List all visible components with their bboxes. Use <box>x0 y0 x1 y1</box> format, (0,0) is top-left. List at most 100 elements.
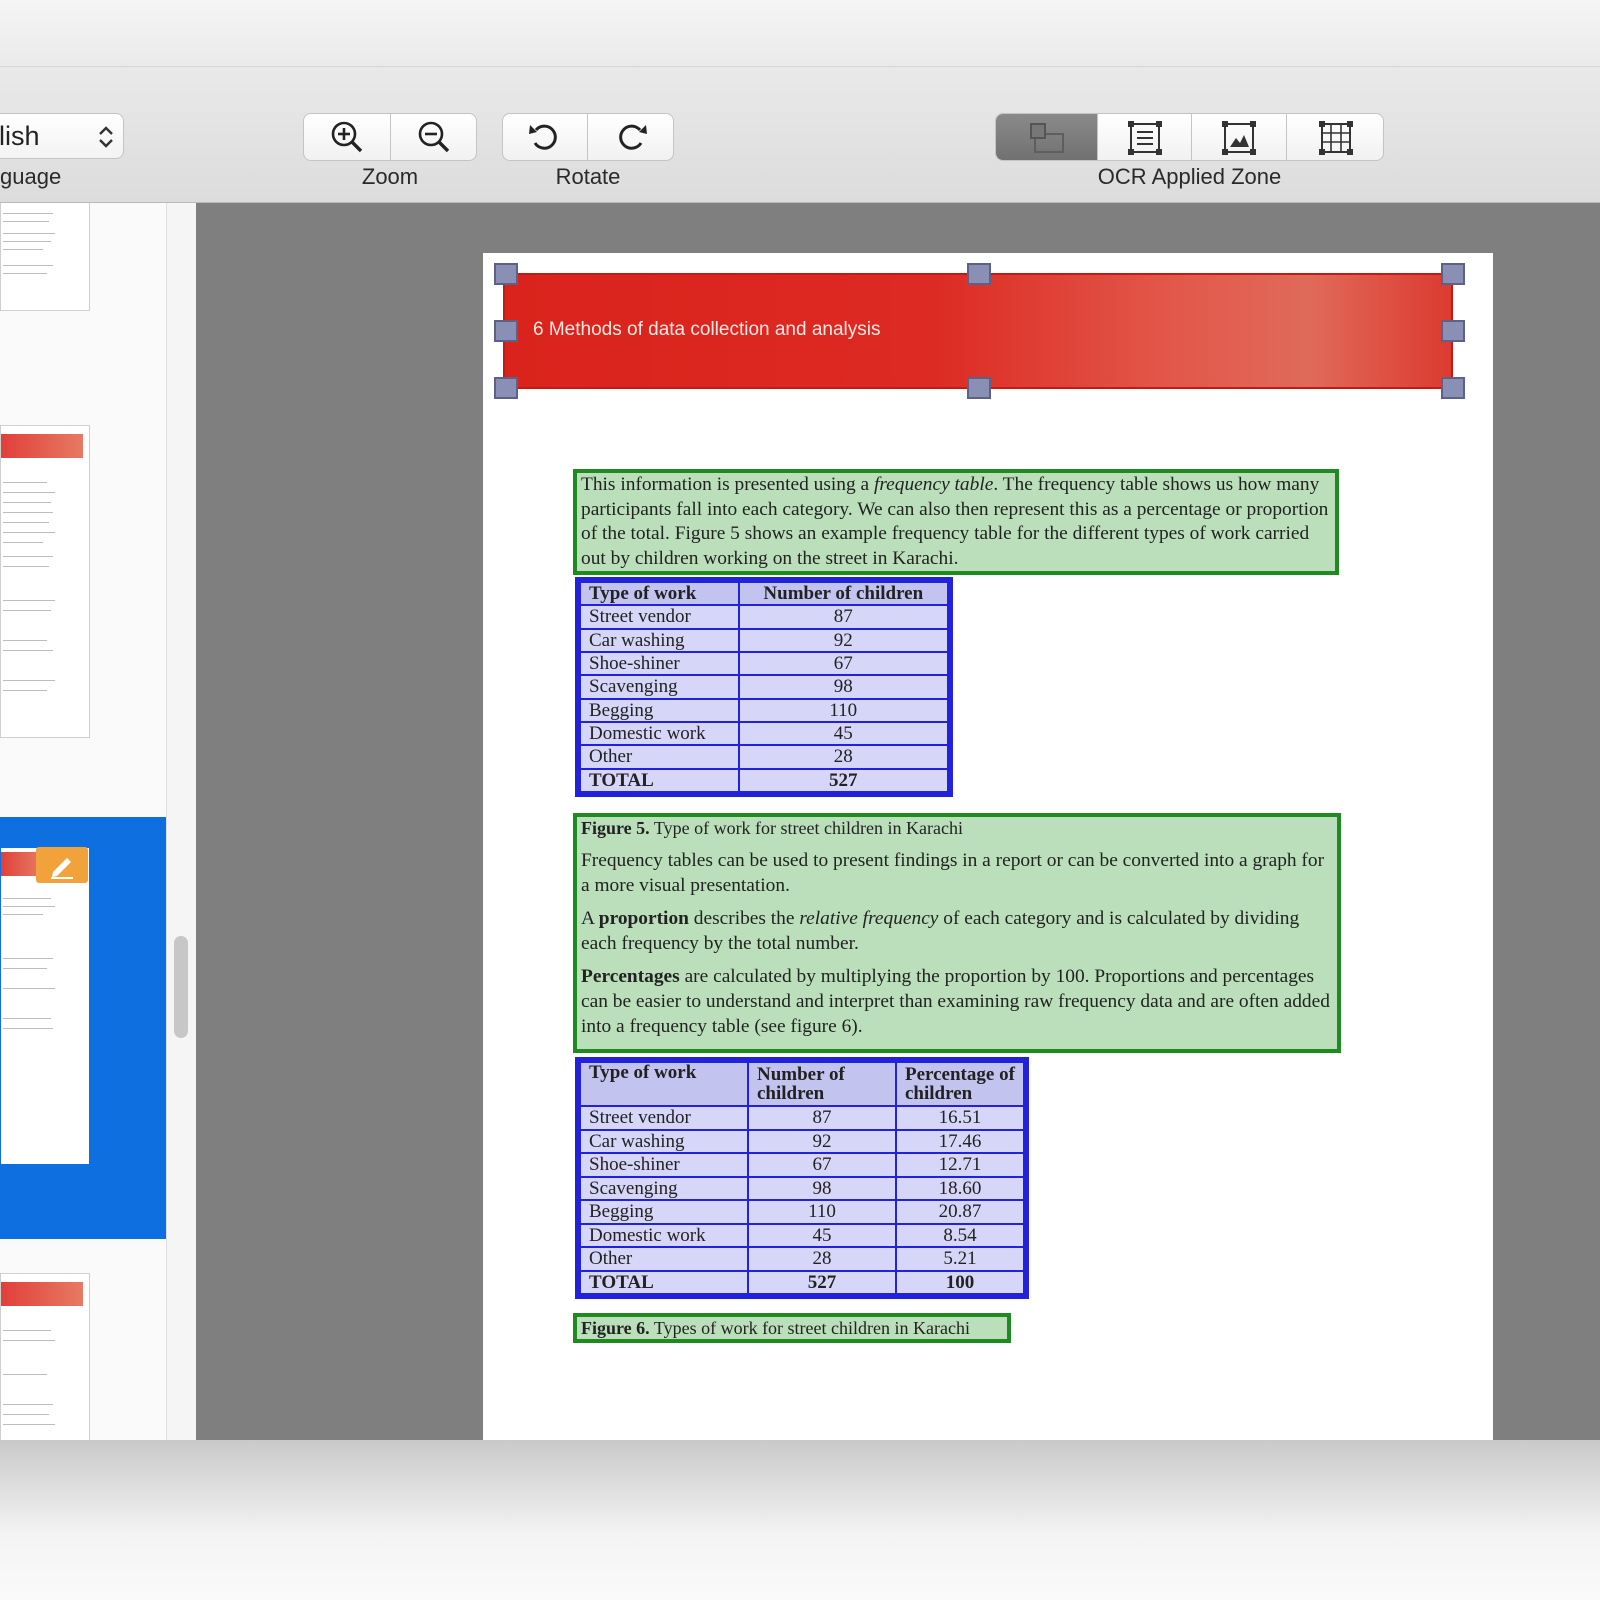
table-cell: 45 <box>747 1222 897 1248</box>
text-zone-icon <box>1127 121 1162 155</box>
ocr-zone-label: OCR Applied Zone <box>1097 164 1282 189</box>
text-run: describes the <box>688 908 800 930</box>
page-thumbnail-selected[interactable] <box>0 847 90 1165</box>
table-row: Car washing 92 <box>579 627 950 653</box>
text-run: proportion <box>598 908 689 930</box>
updown-chevron-icon <box>99 126 113 148</box>
table-cell: Begging <box>579 697 740 723</box>
table-cell: Domestic work <box>579 1222 749 1248</box>
table-row: Begging 110 <box>579 697 950 723</box>
text-zone[interactable]: Figure 5. Type of work for street childr… <box>573 813 1341 1053</box>
scrollbar-thumb[interactable] <box>174 936 188 1038</box>
figure-6-caption: Figure 6. Types of work for street child… <box>581 1317 1003 1339</box>
table-row: Other 28 <box>579 744 950 770</box>
table-cell: 98 <box>737 674 950 700</box>
table-cell: 16.51 <box>895 1105 1025 1131</box>
page-thumbnail[interactable] <box>0 1273 90 1440</box>
header-title: 6 Methods of data collection and analysi… <box>533 319 881 340</box>
table-cell: 28 <box>737 744 950 770</box>
sidebar-scrollbar[interactable] <box>167 203 196 1440</box>
table-cell: Shoe-shiner <box>579 650 740 677</box>
image-zone-button[interactable] <box>1191 114 1286 160</box>
resize-handle-w[interactable] <box>494 320 518 342</box>
text-run: are calculated by multiplying the propor… <box>581 966 1330 1037</box>
resize-handle-e[interactable] <box>1441 320 1465 342</box>
zoom-out-button[interactable] <box>390 113 477 161</box>
table-cell: 87 <box>747 1105 897 1131</box>
table-cell: Begging <box>579 1199 749 1225</box>
table-cell: Car washing <box>579 627 740 653</box>
table-zone[interactable]: Type of work Number of children Street ve… <box>575 577 953 797</box>
table-row: Domestic work 45 8.54 <box>579 1222 1025 1248</box>
table-zone-button[interactable] <box>1286 114 1383 160</box>
frequency-table-1: Type of work Number of children Street ve… <box>579 580 950 794</box>
rotate-left-button[interactable] <box>502 113 588 161</box>
text-run: Figure 5. <box>581 818 650 838</box>
table-row: Shoe-shiner 67 <box>579 650 950 677</box>
page-thumbnail[interactable] <box>0 425 90 738</box>
rotate-label: Rotate <box>555 164 621 189</box>
table-header-row: Type of work Number of children <box>579 580 950 607</box>
table-cell: 527 <box>747 1269 897 1295</box>
table-cell: Number of children <box>737 580 950 607</box>
toolbar: lish guage Zoom Rotate OCR Applied Zone <box>0 67 1600 203</box>
text-run: Types of work for street children in Kar… <box>649 1318 970 1338</box>
resize-handle-se[interactable] <box>1441 377 1465 399</box>
zone-segmented-control <box>995 113 1384 161</box>
table-row: Street vendor 87 <box>579 604 950 630</box>
text-run: This information is presented using a <box>581 474 874 495</box>
text-zone-button[interactable] <box>1097 114 1191 160</box>
page-thumbnail[interactable] <box>0 203 90 311</box>
page-thumbnail-sidebar <box>0 203 167 1440</box>
image-zone-icon <box>1222 121 1256 155</box>
document-canvas: 6 Methods of data collection and analysi… <box>196 203 1600 1440</box>
resize-handle-n[interactable] <box>967 263 991 285</box>
resize-handle-s[interactable] <box>967 377 991 399</box>
resize-handle-sw[interactable] <box>494 377 518 399</box>
table-cell: 45 <box>737 720 950 747</box>
table-cell: 67 <box>747 1152 897 1178</box>
text-run: Percentages <box>581 966 680 988</box>
table-cell: 28 <box>747 1246 897 1272</box>
resize-handle-ne[interactable] <box>1441 263 1465 285</box>
table-total-row: TOTAL 527 <box>579 767 950 794</box>
text-zone[interactable]: This information is presented using a fr… <box>573 469 1339 575</box>
table-total-row: TOTAL 527 100 <box>579 1269 1025 1295</box>
zoom-in-button[interactable] <box>303 113 391 161</box>
table-cell: 87 <box>737 604 950 630</box>
table-cell: TOTAL <box>579 1269 749 1295</box>
edit-pencil-icon[interactable] <box>36 847 88 883</box>
text-run: relative frequency <box>799 908 939 930</box>
resize-handle-nw[interactable] <box>494 263 518 285</box>
table-row: Shoe-shiner 67 12.71 <box>579 1152 1025 1178</box>
header-image-zone[interactable]: 6 Methods of data collection and analysi… <box>503 273 1453 389</box>
table-cell: Percentage of children <box>895 1061 1025 1107</box>
language-select[interactable]: lish <box>0 113 124 159</box>
table-cell: 20.87 <box>895 1199 1025 1225</box>
table-row: Domestic work 45 <box>579 720 950 747</box>
table-header-row: Type of work Number of children Percentage… <box>579 1061 1025 1107</box>
table-cell: Scavenging <box>579 674 740 700</box>
text-zone[interactable]: Figure 6. Types of work for street child… <box>573 1313 1011 1343</box>
language-value: lish <box>0 121 40 151</box>
auto-zone-icon <box>1029 123 1064 153</box>
table-cell: 18.60 <box>895 1175 1025 1201</box>
rotate-right-icon <box>618 124 647 150</box>
table-cell: 98 <box>747 1175 897 1201</box>
table-zone[interactable]: Type of work Number of children Percentage… <box>575 1057 1029 1299</box>
language-label: guage <box>0 164 62 189</box>
rotate-right-button[interactable] <box>587 113 674 161</box>
paragraph-frequency-tables: Frequency tables can be used to present … <box>581 850 1325 896</box>
paragraph-frequency-table: This information is presented using a fr… <box>581 473 1331 571</box>
table-cell: 67 <box>737 650 950 677</box>
table-cell: Domestic work <box>579 720 740 747</box>
table-row: Car washing 92 17.46 <box>579 1128 1025 1154</box>
table-cell: Other <box>579 744 740 770</box>
table-cell: Number of children <box>747 1061 897 1107</box>
zoom-label: Zoom <box>361 164 419 189</box>
table-cell: 100 <box>895 1269 1025 1295</box>
table-cell: Car washing <box>579 1128 749 1154</box>
text-run: Figure 6. <box>581 1318 650 1338</box>
auto-zone-button[interactable] <box>996 114 1097 160</box>
rotate-left-icon <box>529 124 557 150</box>
